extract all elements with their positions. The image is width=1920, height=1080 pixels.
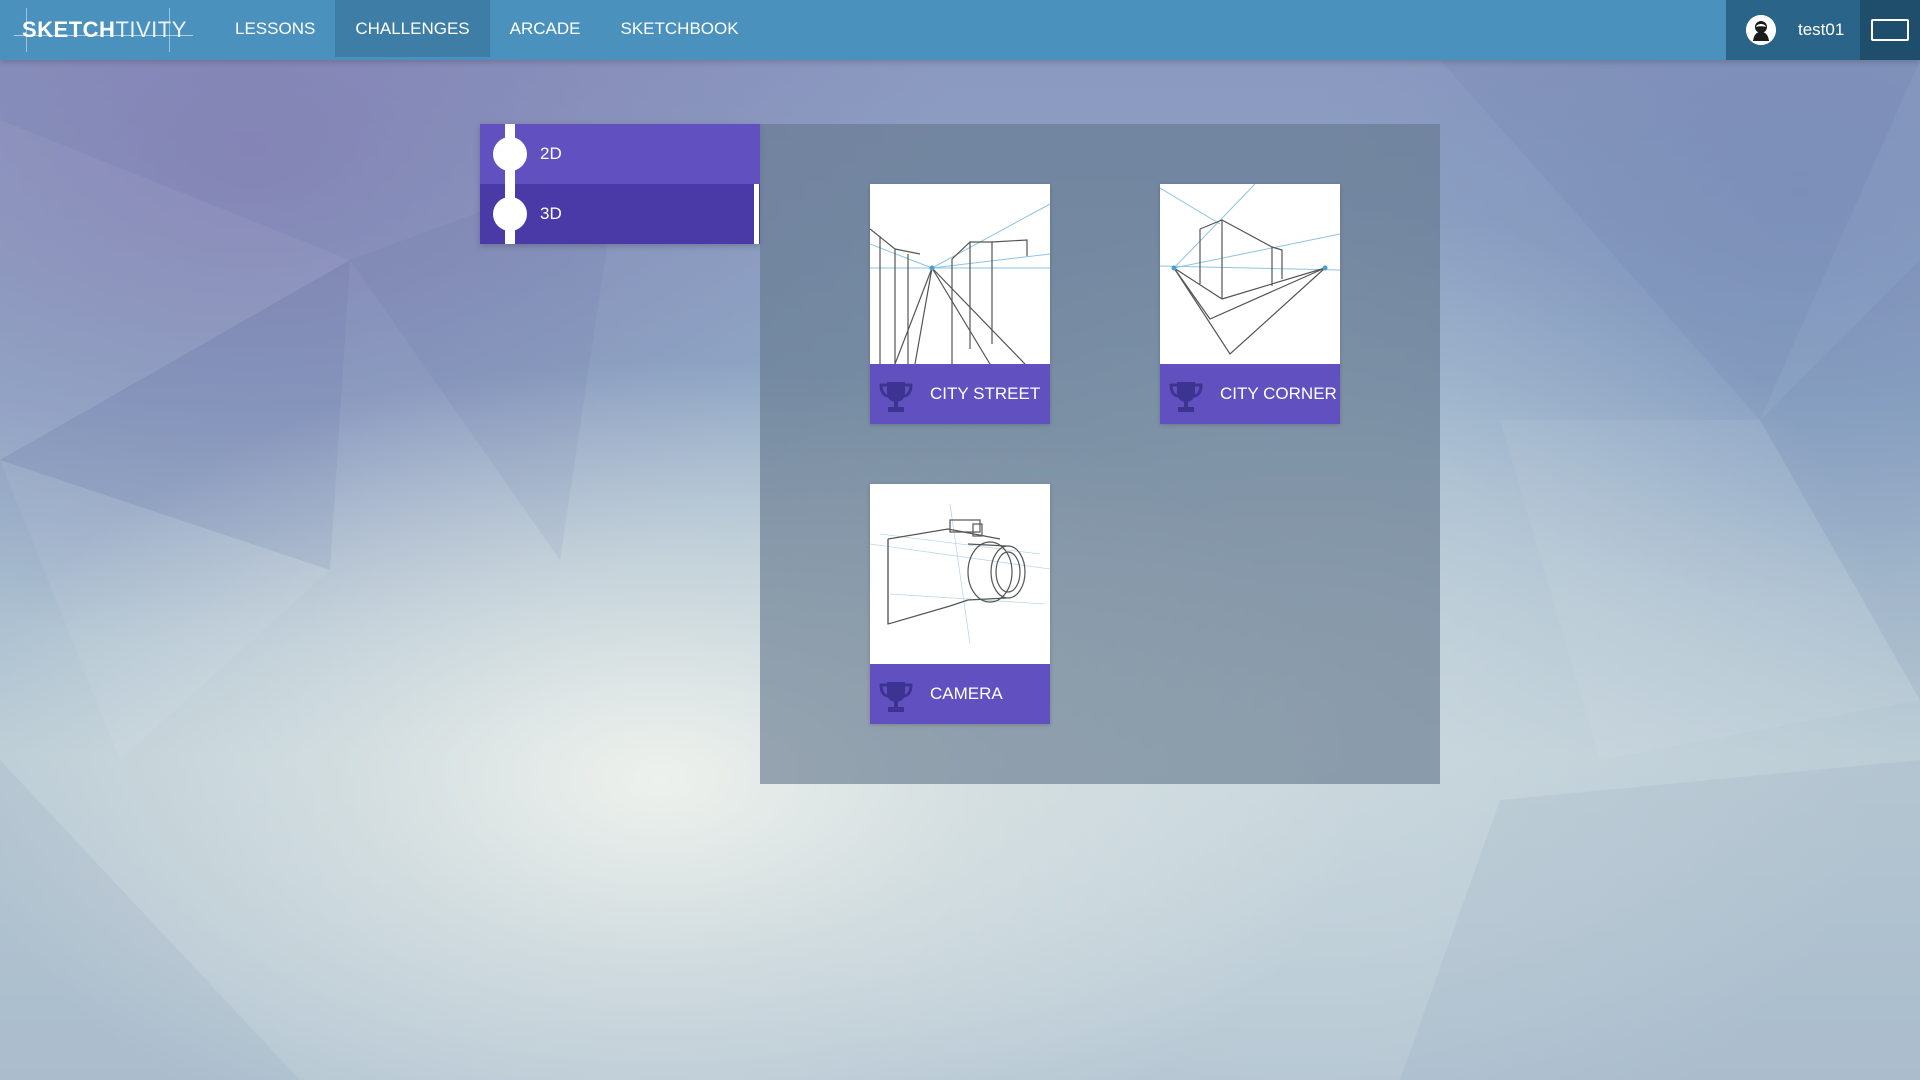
user-menu[interactable]: test01 bbox=[1726, 0, 1860, 60]
city-corner-sketch bbox=[1160, 184, 1340, 364]
nav-arcade[interactable]: ARCADE bbox=[490, 0, 601, 57]
city-street-sketch bbox=[870, 184, 1050, 364]
trophy-icon bbox=[879, 382, 913, 412]
challenge-title: CITY CORNER bbox=[1220, 384, 1337, 403]
main-nav: LESSONS CHALLENGES ARCADE SKETCHBOOK bbox=[215, 0, 759, 57]
challenge-card-city-corner[interactable]: CITY CORNER bbox=[1160, 184, 1340, 424]
nav-sketchbook[interactable]: SKETCHBOOK bbox=[601, 0, 759, 57]
challenges-panel: CITY STREET CITY CORNER CAMERA bbox=[760, 124, 1440, 784]
trophy-icon bbox=[1169, 382, 1203, 412]
challenge-card-city-street[interactable]: CITY STREET bbox=[870, 184, 1050, 424]
category-3d-label: 3D bbox=[540, 204, 562, 223]
user-avatar-icon bbox=[1746, 15, 1776, 45]
fullscreen-button[interactable] bbox=[1860, 0, 1920, 60]
logo-bold-text: SKETCH bbox=[22, 17, 116, 42]
challenge-title: CITY STREET bbox=[930, 384, 1041, 403]
username: test01 bbox=[1798, 20, 1845, 39]
logo-light-text: TIVITY bbox=[115, 17, 187, 42]
challenge-title: CAMERA bbox=[930, 684, 1003, 703]
category-selector: 2D 3D bbox=[480, 124, 760, 244]
challenge-card-bar: CAMERA bbox=[870, 664, 1050, 724]
category-knob-2d bbox=[493, 137, 527, 171]
top-nav-bar: SKETCH TIVITY LESSONS CHALLENGES ARCADE S… bbox=[0, 0, 1920, 60]
trophy-icon bbox=[879, 682, 913, 712]
nav-challenges[interactable]: CHALLENGES bbox=[335, 0, 490, 57]
camera-sketch bbox=[870, 484, 1050, 664]
challenge-card-bar: CITY STREET bbox=[870, 364, 1050, 424]
nav-lessons[interactable]: LESSONS bbox=[215, 0, 335, 57]
challenge-card-bar: CITY CORNER bbox=[1160, 364, 1340, 424]
category-2d-label: 2D bbox=[540, 144, 562, 163]
fullscreen-icon bbox=[1871, 19, 1909, 41]
app-logo[interactable]: SKETCH TIVITY bbox=[14, 8, 193, 52]
challenge-card-camera[interactable]: CAMERA bbox=[870, 484, 1050, 724]
selected-category-marker bbox=[754, 184, 759, 244]
category-knob-3d bbox=[493, 197, 527, 231]
